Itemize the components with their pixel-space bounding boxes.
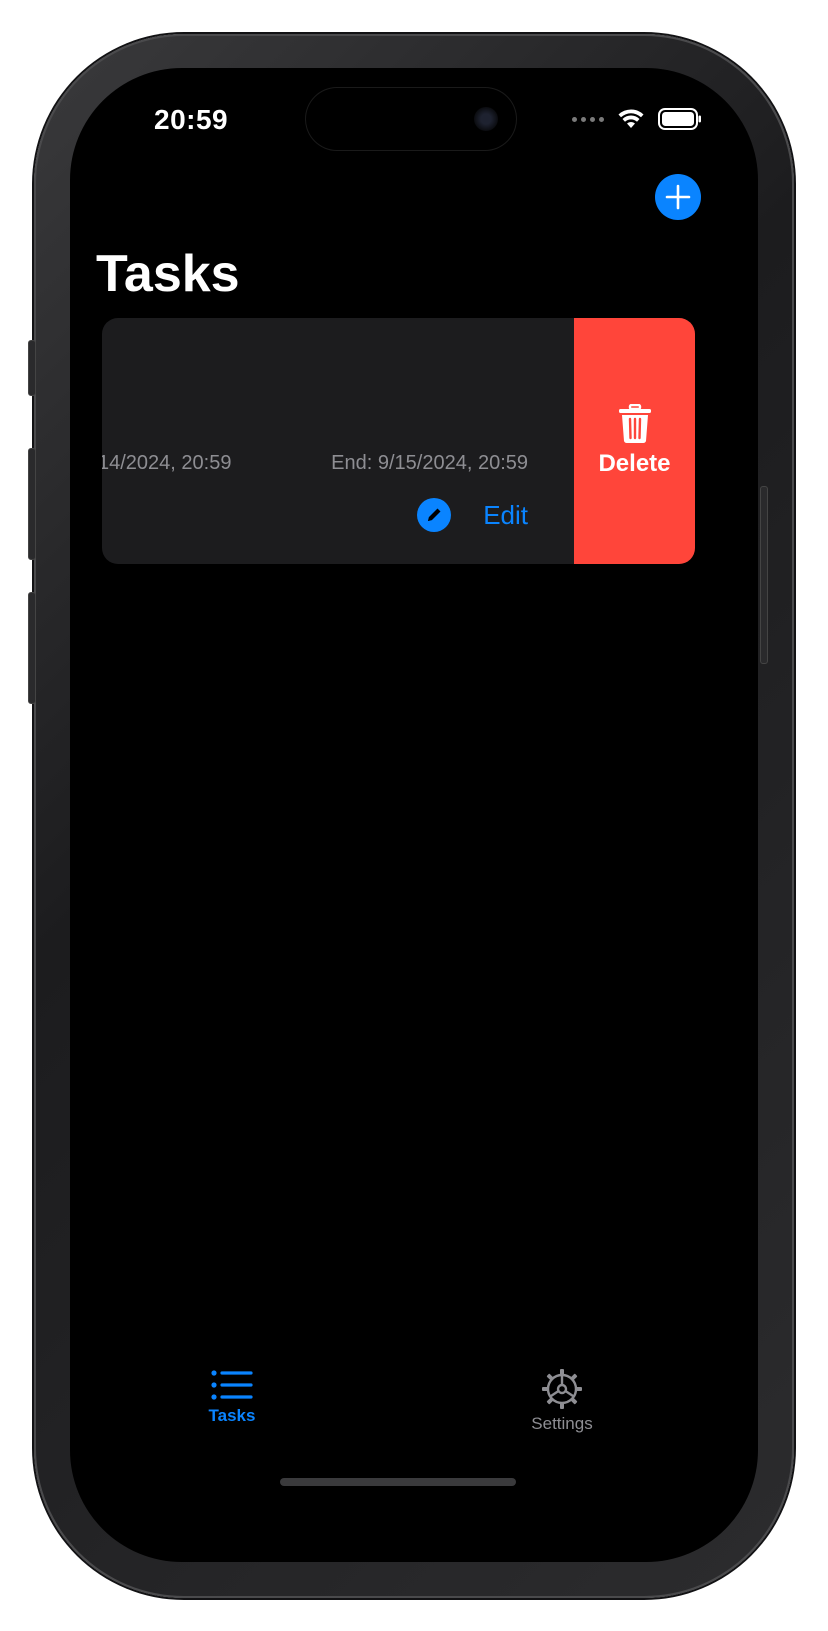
camera-lens-icon xyxy=(474,107,498,131)
action-button xyxy=(28,340,36,396)
gear-icon xyxy=(542,1369,582,1409)
cellular-signal-icon xyxy=(572,116,604,122)
power-button xyxy=(760,486,768,664)
edit-button[interactable]: Edit xyxy=(417,498,528,532)
wifi-icon xyxy=(618,109,644,128)
tab-tasks-label: Tasks xyxy=(208,1406,256,1425)
volume-up-button xyxy=(28,448,36,560)
task-end-date: End: 9/15/2024, 20:59 xyxy=(331,452,528,474)
status-icons xyxy=(572,106,702,132)
pencil-icon xyxy=(417,498,452,532)
task-row[interactable]: 14/2024, 20:59 End: 9/15/2024, 20:59 Edi… xyxy=(102,318,695,564)
status-time: 20:59 xyxy=(154,104,229,135)
tab-settings[interactable]: Settings xyxy=(502,1368,622,1434)
delete-button[interactable]: Delete xyxy=(574,318,695,564)
list-icon xyxy=(211,1370,253,1400)
tab-settings-label: Settings xyxy=(531,1414,593,1433)
battery-icon xyxy=(658,108,701,130)
tab-tasks[interactable]: Tasks xyxy=(172,1368,292,1426)
add-task-button[interactable] xyxy=(655,174,701,220)
task-content[interactable]: 14/2024, 20:59 End: 9/15/2024, 20:59 Edi… xyxy=(102,318,574,564)
home-indicator[interactable] xyxy=(280,1478,516,1486)
edit-label: Edit xyxy=(483,499,528,530)
trash-icon xyxy=(618,404,651,444)
page-title: Tasks xyxy=(96,245,240,303)
tab-bar: Tasks Settings xyxy=(70,1368,758,1468)
task-start-date: 14/2024, 20:59 xyxy=(102,452,232,474)
delete-label: Delete xyxy=(598,450,671,477)
volume-down-button xyxy=(28,592,36,704)
screen: 20:59 Tasks 14/2024, 20:59 End: 9/15/202… xyxy=(70,68,758,1562)
status-bar: 20:59 xyxy=(70,68,758,178)
plus-icon xyxy=(665,184,691,210)
dynamic-island xyxy=(306,88,516,150)
